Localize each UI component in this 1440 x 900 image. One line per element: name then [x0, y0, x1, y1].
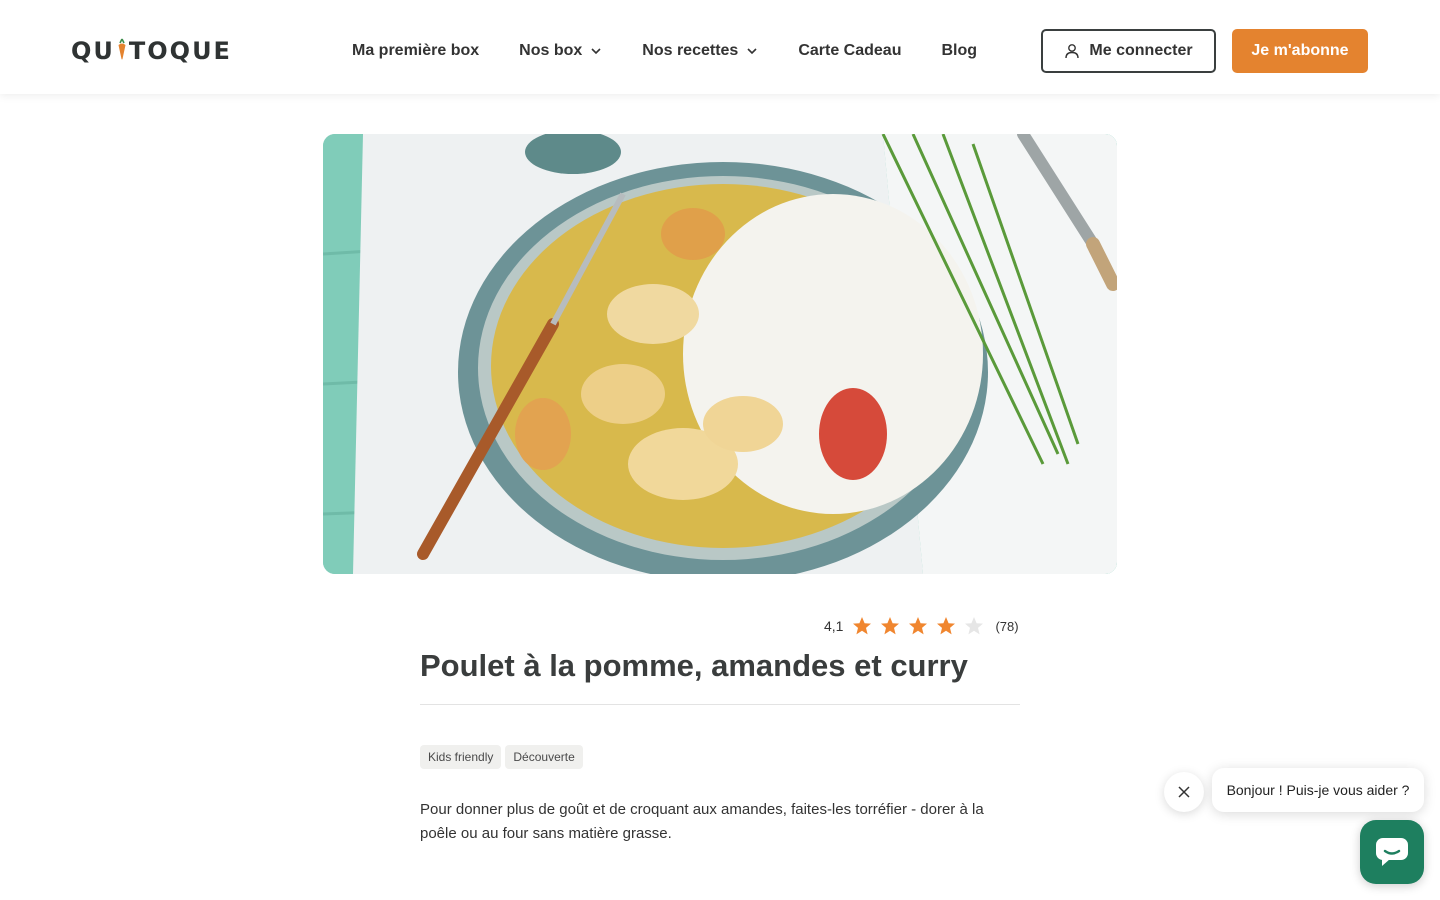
chevron-down-icon — [591, 48, 601, 55]
nav-item-label: Ma première box — [352, 42, 480, 59]
chat-greeting-bubble[interactable]: Bonjour ! Puis-je vous aider ? — [1212, 768, 1424, 812]
main-nav: Ma première box Nos box Nos recettes Car… — [352, 40, 1017, 62]
recipe-photo — [323, 134, 1117, 574]
nav-item-label: Nos box — [519, 42, 583, 59]
nav-item-nos-box[interactable]: Nos box — [519, 40, 602, 62]
recipe-rating[interactable]: 4,1 (78) — [824, 616, 1019, 636]
login-button[interactable]: Me connecter — [1041, 29, 1216, 73]
recipe-tags: Kids friendly Découverte — [420, 745, 587, 769]
chevron-down-icon — [747, 48, 757, 55]
subscribe-button[interactable]: Je m'abonne — [1232, 29, 1368, 73]
star-icon — [909, 617, 928, 635]
title-divider — [420, 704, 1020, 705]
carrot-icon — [116, 37, 128, 66]
site-header: QU TOQUE Ma première box Nos box Nos rec… — [0, 0, 1440, 94]
chat-icon — [1376, 838, 1408, 866]
recipe-title: Poulet à la pomme, amandes et curry — [420, 648, 968, 683]
star-icon — [937, 617, 956, 635]
nav-item-blog[interactable]: Blog — [941, 40, 977, 62]
quitoque-logo[interactable]: QU TOQUE — [71, 36, 232, 66]
nav-item-nos-recettes[interactable]: Nos recettes — [642, 40, 758, 62]
nav-item-label: Blog — [941, 42, 978, 59]
logo-text-right: TOQUE — [128, 37, 232, 65]
nav-item-label: Carte Cadeau — [798, 42, 902, 59]
chat-greeting-text: Bonjour ! Puis-je vous aider ? — [1226, 782, 1410, 798]
nav-item-label: Nos recettes — [642, 42, 739, 59]
chat-launcher-button[interactable] — [1360, 820, 1424, 884]
tag-kids-friendly: Kids friendly — [420, 745, 502, 769]
star-icon — [853, 617, 872, 635]
user-icon — [1065, 44, 1080, 59]
rating-value: 4,1 — [824, 618, 844, 634]
login-label: Me connecter — [1089, 42, 1193, 59]
tag-decouverte: Découverte — [505, 745, 583, 769]
recipe-description: Pour donner plus de goût et de croquant … — [420, 801, 984, 842]
nav-item-carte-cadeau[interactable]: Carte Cadeau — [798, 40, 901, 62]
close-icon — [1178, 786, 1190, 798]
logo-text-left: QU — [71, 37, 115, 65]
nav-item-ma-premiere-box[interactable]: Ma première box — [352, 40, 479, 62]
subscribe-label: Je m'abonne — [1251, 42, 1349, 59]
rating-count: (78) — [995, 618, 1019, 634]
chat-dismiss-button[interactable] — [1164, 772, 1204, 812]
star-empty-icon — [965, 617, 984, 635]
star-icon — [881, 617, 900, 635]
